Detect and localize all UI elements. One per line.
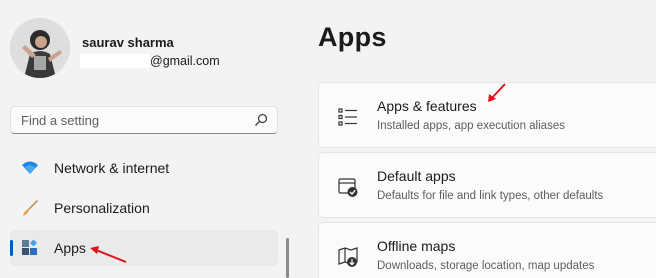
user-name: saurav sharma bbox=[82, 35, 174, 50]
sidebar-item-label: Apps bbox=[54, 240, 86, 256]
card-subtitle: Defaults for file and link types, other … bbox=[377, 190, 604, 202]
sidebar-item-label: Personalization bbox=[54, 200, 150, 216]
scrollbar[interactable] bbox=[286, 238, 289, 278]
search-icon[interactable] bbox=[253, 112, 269, 128]
search-input[interactable]: Find a setting bbox=[21, 113, 99, 128]
apps-features-card[interactable]: Apps & features Installed apps, app exec… bbox=[318, 82, 656, 148]
default-apps-icon bbox=[338, 178, 358, 197]
default-apps-card[interactable]: Default apps Defaults for file and link … bbox=[318, 152, 656, 218]
apps-icon bbox=[22, 239, 38, 255]
selection-indicator bbox=[10, 240, 13, 256]
card-title: Offline maps bbox=[377, 238, 456, 254]
sidebar-item-apps[interactable]: Apps bbox=[10, 230, 278, 266]
page-title: Apps bbox=[318, 22, 387, 52]
user-email: @gmail.com bbox=[150, 54, 220, 68]
sidebar-item-label: Network & internet bbox=[54, 160, 170, 176]
redaction-box bbox=[80, 54, 150, 68]
offline-maps-card[interactable]: Offline maps Downloads, storage location… bbox=[318, 222, 656, 278]
wifi-icon bbox=[22, 161, 38, 174]
card-subtitle: Installed apps, app execution aliases bbox=[377, 120, 565, 132]
card-title: Apps & features bbox=[377, 98, 477, 114]
sidebar-item-network[interactable]: Network & internet bbox=[10, 150, 278, 186]
list-icon bbox=[338, 108, 357, 126]
sidebar: saurav sharma @gmail.com Find a setting … bbox=[0, 0, 300, 278]
search-box[interactable]: Find a setting bbox=[10, 106, 278, 134]
sidebar-item-personalization[interactable]: Personalization bbox=[10, 190, 278, 226]
avatar-photo bbox=[10, 18, 70, 78]
card-title: Default apps bbox=[377, 168, 456, 184]
avatar[interactable] bbox=[10, 18, 70, 78]
brush-icon bbox=[23, 200, 38, 216]
card-subtitle: Downloads, storage location, map updates bbox=[377, 260, 595, 272]
map-icon bbox=[338, 247, 358, 267]
